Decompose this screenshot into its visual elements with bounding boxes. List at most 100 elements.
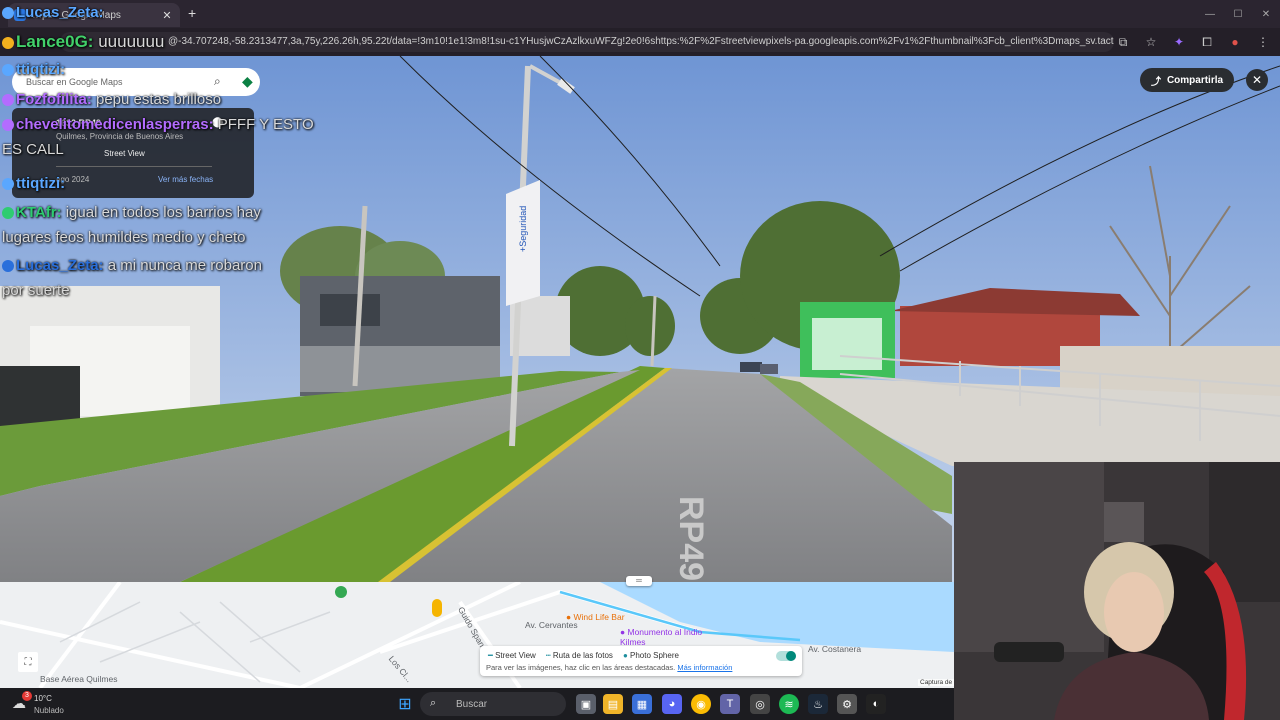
browser-menu-icon[interactable]: ⋮ [1254, 32, 1272, 52]
bookmark-star-icon[interactable]: ☆ [1142, 32, 1160, 52]
poi-monument[interactable]: ● Monumento al Indio Kilmes [620, 627, 710, 647]
share-icon: ⤴ [1150, 76, 1161, 88]
chat-username: Lucas_Zeta: [16, 257, 104, 274]
directions-icon[interactable]: ◆ [242, 73, 258, 89]
webcam-feed [954, 462, 1280, 720]
share-label: Compartirla [1166, 74, 1224, 86]
chat-line: KTAfr: igual en todos los barrios hay [2, 200, 261, 225]
chat-line: chevelitomedicenlasperras: PFFF Y ESTO [2, 112, 314, 137]
chrome-icon[interactable]: ◉ [691, 694, 711, 714]
chat-username: chevelitomedicenlasperras: [16, 116, 214, 133]
app-icon[interactable]: ◐ [866, 694, 886, 714]
fullscreen-icon[interactable]: ⛶ [18, 652, 38, 672]
chat-badge-icon [2, 7, 14, 20]
legend-hint: Para ver las imágenes, haz clic en las á… [486, 663, 733, 672]
chat-username: Lucas_Zeta: [16, 4, 104, 21]
chat-badge-icon [2, 178, 14, 191]
maximize-icon[interactable]: ☐ [1224, 0, 1252, 28]
new-tab-button[interactable]: + [188, 5, 202, 21]
poi-bar[interactable]: ● Wind Life Bar [566, 612, 625, 622]
weather-badge: 3 [22, 691, 32, 701]
street-view-legend: ━ Street View ┅ Ruta de las fotos ● Phot… [480, 646, 802, 676]
map-attribution: Captura de [918, 679, 955, 686]
discord-icon[interactable]: ◕ [662, 694, 682, 714]
screen: …ps - Google Maps ✕ + — ☐ ✕ @-34.707248,… [0, 0, 1280, 720]
store-icon[interactable]: ▦ [632, 694, 652, 714]
weather-widget[interactable]: ☁ 10°C Nublado 3 [12, 691, 92, 717]
search-icon[interactable]: ⌕ [214, 74, 228, 88]
map-label-street: Av. Costanera [808, 644, 862, 654]
poi-name: Monumento al Indio Kilmes [620, 627, 703, 647]
window-close-icon[interactable]: ✕ [1252, 0, 1280, 28]
chat-username: Lance0G: [16, 32, 94, 51]
windows-taskbar: ☁ 10°C Nublado 3 ⊞ ⌕ Buscar ▣ ▤ ▦ ◕ ◉ T … [0, 688, 954, 720]
search-icon: ⌕ [430, 697, 437, 709]
poi-name: Wind Life Bar [573, 612, 625, 622]
legend-photo-route: ┅ Ruta de las fotos [545, 651, 613, 660]
url-field[interactable]: @-34.707248,-58.2313477,3a,75y,226.26h,9… [60, 32, 1114, 52]
webcam-illustration [954, 462, 1280, 720]
chat-badge-icon [2, 207, 14, 220]
file-explorer-icon[interactable]: ▤ [603, 694, 623, 714]
extensions-puzzle-icon[interactable]: ⧠ [1198, 32, 1216, 52]
legend-street-view: ━ Street View [488, 651, 536, 660]
chat-text: por suerte [2, 282, 70, 299]
chat-badge-icon [2, 119, 14, 132]
street-view-layer-toggle[interactable] [776, 651, 796, 661]
close-street-view-button[interactable]: ✕ [1246, 69, 1268, 91]
legend-photo-sphere: ● Photo Sphere [622, 651, 679, 660]
chat-line: Fozfofilita: pepu estas brilloso [2, 87, 221, 112]
chat-text: a mi nunca me robaron [103, 257, 262, 274]
chat-line: ttiqtizi: [2, 171, 65, 196]
browser-tab-bar: …ps - Google Maps ✕ + — ☐ ✕ [0, 0, 1280, 28]
chat-line: ES CALL [2, 137, 64, 162]
chat-line: Lucas_Zeta: a mi nunca me robaron [2, 253, 262, 278]
taskbar-search-placeholder: Buscar [456, 698, 488, 710]
chat-text: igual en todos los barrios hay [61, 204, 261, 221]
spotify-icon[interactable]: ≋ [779, 694, 799, 714]
chat-text: PFFF Y ESTO [213, 116, 314, 133]
face [1104, 572, 1164, 652]
settings-gear-icon[interactable]: ⚙ [837, 694, 857, 714]
chat-username: ttiqtizi: [16, 61, 66, 78]
task-view-icon[interactable]: ▣ [576, 694, 596, 714]
chat-text: lugares feos humildes medio y cheto [2, 229, 246, 246]
extension-icon[interactable]: ✦ [1170, 32, 1188, 52]
chat-line: ttiqtizi: [2, 57, 65, 82]
street-view-label: Street View [104, 149, 145, 158]
pegman-icon[interactable] [432, 599, 442, 617]
map-marker-icon[interactable] [335, 586, 347, 598]
more-dates-link[interactable]: Ver más fechas [158, 175, 213, 184]
windows-start-icon[interactable]: ⊞ [395, 694, 415, 714]
taskbar-search[interactable]: ⌕ Buscar [420, 692, 566, 716]
divider [56, 166, 212, 167]
browser-address-bar: @-34.707248,-58.2313477,3a,75y,226.26h,9… [0, 28, 1280, 56]
more-info-link[interactable]: Más información [677, 663, 732, 672]
chat-line-top-2: Lance0G: uuuuuuu [2, 29, 164, 54]
chat-line: lugares feos humildes medio y cheto [2, 225, 245, 250]
weather-temp: 10°C [34, 694, 52, 703]
window-controls: — ☐ ✕ [1196, 0, 1280, 28]
address-bar-icons: ⧉ ☆ ✦ ⧠ ● ⋮ [1114, 32, 1272, 52]
teams-icon[interactable]: T [720, 694, 740, 714]
chat-username: ttiqtizi: [16, 175, 66, 192]
chat-badge-icon [2, 94, 14, 107]
chat-text: uuuuuuu [93, 32, 165, 51]
map-resize-handle[interactable]: ═ [626, 576, 652, 586]
road-marking-text: RP49 [672, 496, 710, 581]
chat-badge-icon [2, 64, 14, 77]
obs-icon[interactable]: ◎ [750, 694, 770, 714]
chat-text: pepu estas brilloso [91, 91, 222, 108]
chat-text: ES CALL [2, 141, 64, 158]
minimize-icon[interactable]: — [1196, 0, 1224, 28]
steam-icon[interactable]: ♨ [808, 694, 828, 714]
tab-close-icon[interactable]: ✕ [160, 9, 174, 22]
chat-badge-icon [2, 36, 14, 49]
install-app-icon[interactable]: ⧉ [1114, 32, 1132, 52]
weather-desc: Nublado [34, 706, 64, 715]
chat-line: por suerte [2, 278, 70, 303]
chat-username: KTAfr: [16, 204, 62, 221]
profile-avatar-icon[interactable]: ● [1226, 32, 1244, 52]
chat-username: Fozfofilita: [16, 91, 92, 108]
share-button[interactable]: ⤴ Compartirla [1140, 68, 1234, 92]
